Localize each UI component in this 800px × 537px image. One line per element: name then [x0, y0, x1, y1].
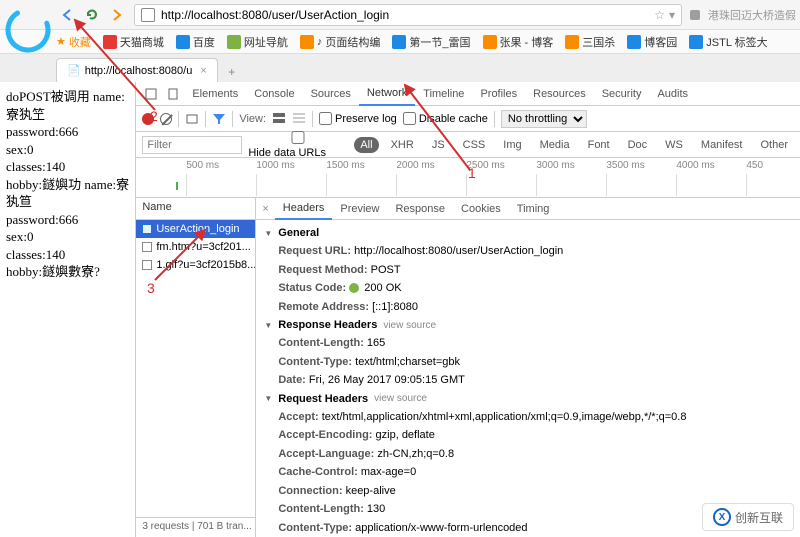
- request-row[interactable]: UserAction_login: [136, 220, 255, 238]
- request-list-panel: Name UserAction_login fm.htm?u=3cf201...…: [136, 198, 256, 537]
- tab-elements[interactable]: Elements: [184, 82, 246, 106]
- device-icon[interactable]: [165, 86, 181, 102]
- close-icon[interactable]: ×: [200, 65, 206, 77]
- url-bar[interactable]: http://localhost:8080/user/UserAction_lo…: [134, 4, 682, 26]
- tab-security[interactable]: Security: [594, 82, 650, 106]
- view-label: View:: [239, 113, 266, 125]
- filter-xhr[interactable]: XHR: [385, 137, 420, 153]
- tab-network[interactable]: Network: [359, 82, 415, 106]
- throttling-select[interactable]: No throttling: [501, 110, 587, 128]
- back-button[interactable]: [58, 5, 78, 25]
- devtools-tabs: Elements Console Sources Network Timelin…: [136, 82, 800, 106]
- bookmark-item[interactable]: 三国杀: [565, 34, 615, 50]
- annotation-3: 3: [147, 280, 155, 296]
- devtools-panel: Elements Console Sources Network Timelin…: [135, 82, 800, 537]
- browser-logo: [4, 6, 52, 54]
- view-small-icon[interactable]: [292, 112, 306, 126]
- bookmark-item[interactable]: 博客园: [627, 34, 677, 50]
- network-filter-bar: Hide data URLs All XHR JS CSS Img Media …: [136, 132, 800, 158]
- annotation-1: 1: [468, 165, 476, 181]
- url-text: http://localhost:8080/user/UserAction_lo…: [161, 8, 389, 22]
- detail-tab-timing[interactable]: Timing: [509, 198, 558, 220]
- tab-resources[interactable]: Resources: [525, 82, 594, 106]
- tab-strip: 📄 http://localhost:8080/u × +: [0, 54, 800, 82]
- request-row[interactable]: 1.gif?u=3cf2015b8...: [136, 256, 255, 274]
- detail-tab-headers[interactable]: Headers: [275, 198, 333, 220]
- filter-js[interactable]: JS: [426, 137, 451, 153]
- file-icon: [142, 242, 152, 252]
- name-column-header[interactable]: Name: [136, 198, 255, 220]
- inspect-icon[interactable]: [143, 86, 159, 102]
- tab-console[interactable]: Console: [246, 82, 302, 106]
- site-icon: [141, 8, 155, 22]
- filter-other[interactable]: Other: [754, 137, 794, 153]
- view-large-icon[interactable]: [272, 112, 286, 126]
- filter-ws[interactable]: WS: [659, 137, 689, 153]
- bookmark-item[interactable]: 网址导航: [227, 34, 288, 50]
- request-detail-panel: × Headers Preview Response Cookies Timin…: [256, 198, 800, 537]
- detail-tab-preview[interactable]: Preview: [332, 198, 387, 220]
- tab-title: http://localhost:8080/u: [85, 65, 193, 77]
- filter-font[interactable]: Font: [582, 137, 616, 153]
- bookmark-item[interactable]: ♪页面结构编: [300, 34, 381, 50]
- network-toolbar: View: Preserve log Disable cache No thro…: [136, 106, 800, 132]
- filter-img[interactable]: Img: [497, 137, 527, 153]
- capture-icon[interactable]: [185, 112, 199, 126]
- filter-input[interactable]: [142, 136, 242, 154]
- tab-sources[interactable]: Sources: [303, 82, 359, 106]
- page-content: doPOST被调用 name:寮犱笁 password:666 sex:0 cl…: [0, 82, 135, 537]
- annotation-2: 2: [150, 108, 158, 124]
- request-summary: 3 requests | 701 B tran...: [136, 517, 255, 537]
- browser-tab[interactable]: 📄 http://localhost:8080/u ×: [56, 58, 218, 82]
- bookmarks-bar: ★收藏 天猫商城 百度 网址导航 ♪页面结构编 第一节_雷国 张果 - 博客 三…: [0, 30, 800, 54]
- filter-all[interactable]: All: [354, 137, 378, 153]
- forward-button[interactable]: [106, 5, 126, 25]
- bookmark-item[interactable]: 天猫商城: [103, 34, 164, 50]
- clear-button[interactable]: [160, 113, 172, 125]
- reload-button[interactable]: [82, 5, 102, 25]
- tab-audits[interactable]: Audits: [649, 82, 696, 106]
- extension-icon[interactable]: [688, 8, 702, 22]
- detail-tab-response[interactable]: Response: [387, 198, 453, 220]
- close-detail-icon[interactable]: ×: [256, 203, 274, 215]
- browser-toolbar: http://localhost:8080/user/UserAction_lo…: [0, 0, 800, 30]
- tab-profiles[interactable]: Profiles: [472, 82, 525, 106]
- filter-css[interactable]: CSS: [457, 137, 492, 153]
- bookmark-item[interactable]: JSTL 标签大: [689, 34, 767, 50]
- tab-timeline[interactable]: Timeline: [415, 82, 472, 106]
- tab-icon: 📄: [67, 64, 81, 77]
- filter-media[interactable]: Media: [534, 137, 576, 153]
- preserve-log-checkbox[interactable]: Preserve log: [319, 112, 397, 125]
- dropdown-icon[interactable]: ▾: [669, 8, 675, 22]
- bookmark-star-icon[interactable]: ☆: [654, 8, 665, 22]
- favorites-button[interactable]: ★收藏: [56, 34, 91, 50]
- bookmark-item[interactable]: 张果 - 博客: [483, 34, 554, 50]
- bookmark-item[interactable]: 百度: [176, 34, 215, 50]
- request-row[interactable]: fm.htm?u=3cf201...: [136, 238, 255, 256]
- hide-data-urls-checkbox[interactable]: Hide data URLs: [248, 131, 348, 159]
- search-hint: 港珠回迈大桥造假: [708, 7, 796, 23]
- file-icon: [142, 260, 152, 270]
- new-tab-button[interactable]: +: [222, 62, 242, 82]
- bookmark-item[interactable]: 第一节_雷国: [392, 34, 470, 50]
- filter-manifest[interactable]: Manifest: [695, 137, 749, 153]
- doc-icon: [142, 224, 152, 234]
- watermark: X创新互联: [702, 503, 794, 531]
- detail-tab-cookies[interactable]: Cookies: [453, 198, 509, 220]
- disable-cache-checkbox[interactable]: Disable cache: [403, 112, 488, 125]
- filter-doc[interactable]: Doc: [622, 137, 654, 153]
- filter-icon[interactable]: [212, 112, 226, 126]
